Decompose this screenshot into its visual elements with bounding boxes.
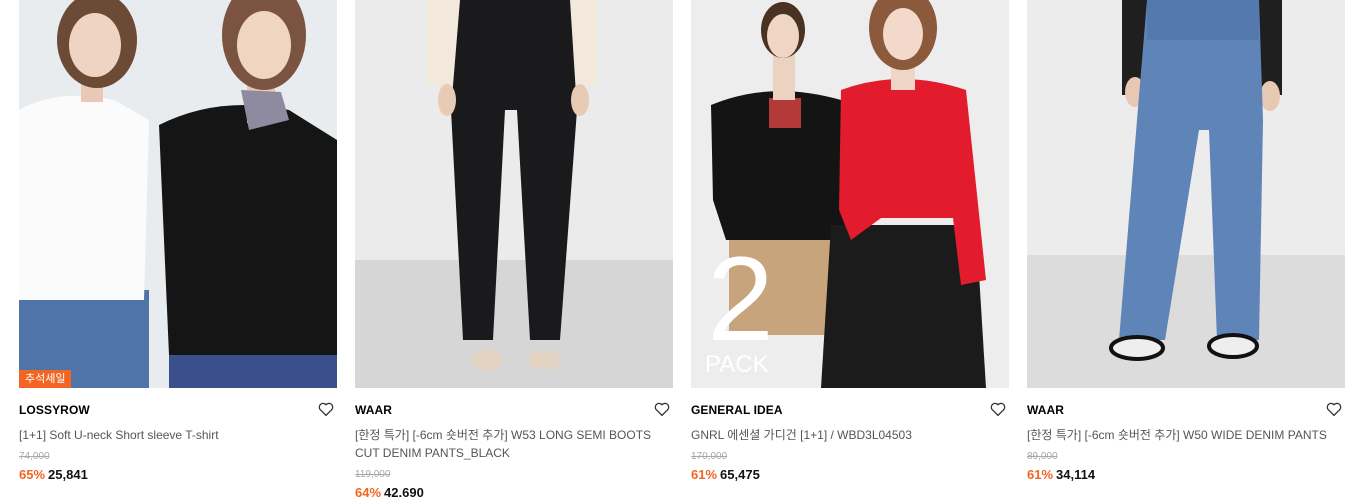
original-price: 119,000 — [355, 469, 391, 480]
heart-outline-icon — [990, 402, 1006, 417]
original-price: 170,000 — [691, 451, 728, 462]
overlay-number: 2 — [707, 232, 774, 366]
heart-outline-icon — [318, 402, 334, 417]
product-image[interactable]: 추석세일 — [19, 0, 337, 388]
product-image[interactable] — [355, 0, 673, 388]
price-line: 61% 65,475 — [691, 467, 760, 482]
discount-rate: 65% — [19, 467, 46, 482]
discount-rate: 64% — [355, 485, 382, 497]
sale-price: 42,690 — [384, 485, 424, 497]
price-line: 61% 34,114 — [1027, 467, 1095, 482]
heart-outline-icon — [1326, 402, 1342, 417]
brand-name[interactable]: LOSSYROW — [19, 403, 90, 417]
original-price: 89,000 — [1027, 451, 1058, 462]
product-card[interactable]: WAAR [한정 특가] [-6cm 숏버전 추가] W50 WIDE DENI… — [1027, 0, 1345, 497]
price-line: 65% 25,841 — [19, 467, 88, 482]
sale-price: 25,841 — [48, 467, 88, 482]
wishlist-button[interactable] — [653, 400, 671, 418]
product-card[interactable]: 추석세일 LOSSYROW [1+1] Soft U-neck Short sl… — [19, 0, 337, 497]
wishlist-button[interactable] — [1325, 400, 1343, 418]
brand-name[interactable]: WAAR — [1027, 403, 1064, 417]
brand-name[interactable]: GENERAL IDEA — [691, 403, 783, 417]
product-image[interactable] — [1027, 0, 1345, 388]
product-grid: 추석세일 LOSSYROW [1+1] Soft U-neck Short sl… — [0, 0, 1347, 497]
product-title[interactable]: GNRL 에센셜 가디건 [1+1] / WBD3L04503 — [691, 426, 1009, 444]
product-title[interactable]: [한정 특가] [-6cm 숏버전 추가] W50 WIDE DENIM PAN… — [1027, 426, 1345, 444]
discount-rate: 61% — [691, 467, 718, 482]
brand-name[interactable]: WAAR — [355, 403, 392, 417]
original-price: 74,000 — [19, 451, 50, 462]
product-title[interactable]: [한정 특가] [-6cm 숏버전 추가] W53 LONG SEMI BOOT… — [355, 426, 673, 462]
product-card[interactable]: WAAR [한정 특가] [-6cm 숏버전 추가] W53 LONG SEMI… — [355, 0, 673, 497]
wishlist-button[interactable] — [989, 400, 1007, 418]
overlay-pack: PACK — [705, 351, 769, 378]
sale-price: 65,475 — [720, 467, 760, 482]
sale-price: 34,114 — [1056, 467, 1096, 482]
sale-badge: 추석세일 — [19, 370, 72, 388]
discount-rate: 61% — [1027, 467, 1054, 482]
product-card[interactable]: 2 PACK GENERAL IDEA GNRL 에센셜 가디건 [1+1] /… — [691, 0, 1009, 497]
wishlist-button[interactable] — [317, 400, 335, 418]
product-title[interactable]: [1+1] Soft U-neck Short sleeve T-shirt — [19, 426, 337, 444]
heart-outline-icon — [654, 402, 670, 417]
product-image[interactable]: 2 PACK — [691, 0, 1009, 388]
price-line: 64% 42,690 — [355, 485, 424, 497]
